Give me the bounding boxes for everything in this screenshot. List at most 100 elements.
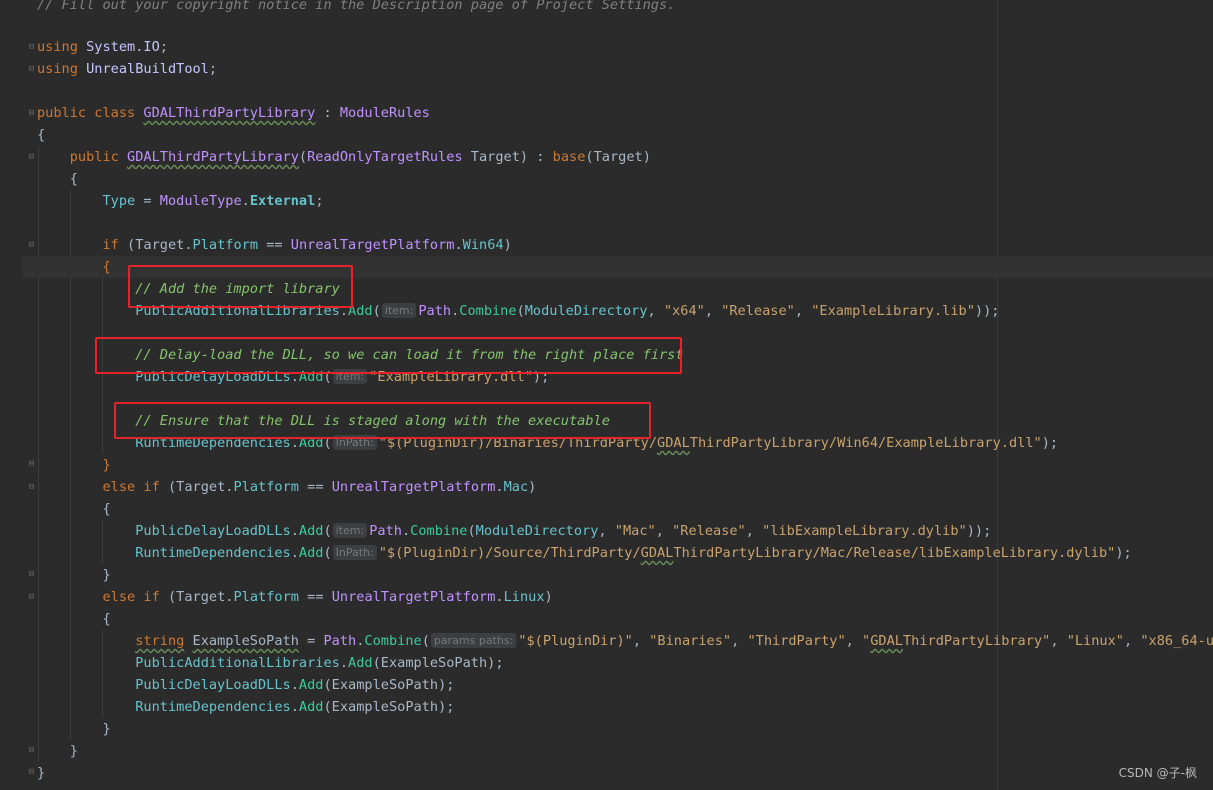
fold-icon[interactable]: ⊟ [27, 152, 36, 162]
code-line[interactable]: } [37, 718, 110, 740]
right-margin-guide [997, 0, 998, 790]
code-line[interactable]: } [37, 762, 45, 784]
member: RuntimeDependencies [135, 545, 291, 561]
code-line[interactable]: PublicDelayLoadDLLs.Add(ExampleSoPath); [37, 674, 454, 696]
base-class: ModuleRules [339, 105, 430, 121]
fold-icon[interactable]: ⊟ [27, 767, 36, 777]
string: GDAL [657, 435, 690, 451]
code-line[interactable]: // Add the import library [37, 278, 340, 300]
fold-icon[interactable]: ⊟ [27, 459, 36, 469]
code-line[interactable]: { [37, 168, 78, 190]
code-line[interactable]: RuntimeDependencies.Add(ExampleSoPath); [37, 696, 454, 718]
keyword: class [94, 105, 136, 121]
method: Combine [459, 303, 517, 319]
keyword: if [143, 479, 160, 495]
code-line[interactable]: { [37, 124, 45, 146]
code-line[interactable]: public GDALThirdPartyLibrary(ReadOnlyTar… [37, 146, 651, 168]
keyword: string [135, 633, 185, 649]
enum-type: ModuleType [159, 193, 242, 209]
keyword: public [37, 105, 87, 121]
code-editor[interactable]: ⊟ ⊟ ⊟ ⊟ ⊟ ⊟ ⊟ ⊟ ⊟ ⊟ ⊟ // Fill out your c… [0, 0, 1213, 790]
string: "ExampleLibrary.lib" [811, 303, 975, 319]
method: Add [298, 523, 324, 539]
method: Add [298, 545, 324, 561]
string: "libExampleLibrary.dylib" [762, 523, 967, 539]
fold-icon[interactable]: ⊟ [27, 592, 36, 602]
code-line[interactable]: RuntimeDependencies.Add(InPath: "$(Plugin… [37, 432, 1058, 454]
identifier: Target [176, 479, 226, 495]
code-line[interactable]: } [37, 454, 110, 476]
code-line[interactable]: else if (Target.Platform == UnrealTarget… [37, 476, 536, 498]
watermark: CSDN @子-枫 [1118, 766, 1197, 780]
property: ModuleDirectory [475, 523, 599, 539]
variable: ExampleSoPath [192, 633, 299, 649]
fold-icon[interactable]: ⊟ [27, 240, 36, 250]
string: "Linux" [1066, 633, 1124, 649]
variable: ExampleSoPath [380, 655, 488, 671]
code-line[interactable]: using UnrealBuildTool; [37, 58, 217, 80]
fold-icon[interactable]: ⊟ [27, 569, 36, 579]
keyword: else [102, 589, 136, 605]
parameter-hint: InPath: [332, 545, 377, 560]
code-line[interactable]: PublicDelayLoadDLLs.Add(item: Path.Combin… [37, 520, 991, 542]
keyword: if [143, 589, 160, 605]
code-line[interactable]: Type = ModuleType.External; [37, 190, 323, 212]
fold-icon[interactable]: ⊟ [27, 42, 36, 52]
member: RuntimeDependencies [135, 435, 291, 451]
string: "Release" [721, 303, 795, 319]
class-name: UnrealTargetPlatform [331, 589, 496, 605]
property: Platform [233, 589, 299, 605]
code-line[interactable]: } [37, 740, 78, 762]
parameter-hint: item: [332, 369, 368, 384]
method: Add [298, 699, 324, 715]
code-line[interactable]: // Delay-load the DLL, so we can load it… [37, 344, 684, 366]
variable: ExampleSoPath [331, 677, 439, 693]
code-line[interactable]: public class GDALThirdPartyLibrary : Mod… [37, 102, 430, 124]
fold-icon[interactable]: ⊟ [27, 64, 36, 74]
code-line[interactable]: else if (Target.Platform == UnrealTarget… [37, 586, 552, 608]
code-line[interactable]: RuntimeDependencies.Add(InPath: "$(Plugin… [37, 542, 1132, 564]
code-line[interactable]: PublicDelayLoadDLLs.Add(item: "ExampleLib… [37, 366, 549, 388]
fold-icon[interactable]: ⊟ [27, 745, 36, 755]
class-name: Path [418, 303, 452, 319]
property: Linux [503, 589, 545, 605]
code-line[interactable]: PublicAdditionalLibraries.Add(ExampleSoP… [37, 652, 503, 674]
member: PublicAdditionalLibraries [135, 655, 340, 671]
parameter-hint: item: [332, 523, 368, 538]
method: Add [298, 369, 324, 385]
code-line[interactable]: } [37, 564, 110, 586]
code-line[interactable]: { [37, 608, 110, 630]
code-line[interactable]: if (Target.Platform == UnrealTargetPlatf… [37, 234, 511, 256]
param-type: ReadOnlyTargetRules [307, 149, 463, 165]
parameter-hint: item: [381, 303, 417, 318]
member: RuntimeDependencies [135, 699, 291, 715]
fold-icon[interactable]: ⊟ [27, 482, 36, 492]
code-line[interactable]: // Ensure that the DLL is staged along w… [37, 410, 610, 432]
method: Combine [364, 633, 422, 649]
comment: // Delay-load the DLL, so we can load it… [135, 347, 684, 363]
string: "$(PluginDir)/Binaries/ThirdParty/ [378, 435, 658, 451]
keyword: if [102, 237, 119, 253]
code-line-current[interactable]: { [22, 256, 1213, 278]
variable: ExampleSoPath [331, 699, 439, 715]
method: Add [348, 655, 373, 671]
property: Type [102, 193, 136, 209]
code-line[interactable]: string ExampleSoPath = Path.Combine(para… [37, 630, 1213, 652]
code-line[interactable]: // Fill out your copyright notice in the… [37, 0, 675, 16]
param-name: Target [470, 149, 520, 165]
fold-icon[interactable]: ⊟ [27, 108, 36, 118]
parameter-hint: InPath: [332, 435, 377, 450]
code-line[interactable]: { [37, 498, 110, 520]
method: Add [298, 435, 324, 451]
string: GDAL [870, 633, 903, 649]
code-line[interactable]: PublicAdditionalLibraries.Add(item: Path.… [37, 300, 999, 322]
comment: // Add the import library [135, 281, 340, 297]
namespace: UnrealBuildTool [86, 61, 209, 77]
editor-gutter [0, 0, 22, 790]
string: "ExampleLibrary.dll" [369, 369, 533, 385]
property: Win64 [462, 237, 504, 253]
member: PublicDelayLoadDLLs [135, 677, 291, 693]
code-line[interactable]: using System.IO; [37, 36, 168, 58]
string: "x64" [663, 303, 705, 319]
property: Platform [192, 237, 259, 253]
